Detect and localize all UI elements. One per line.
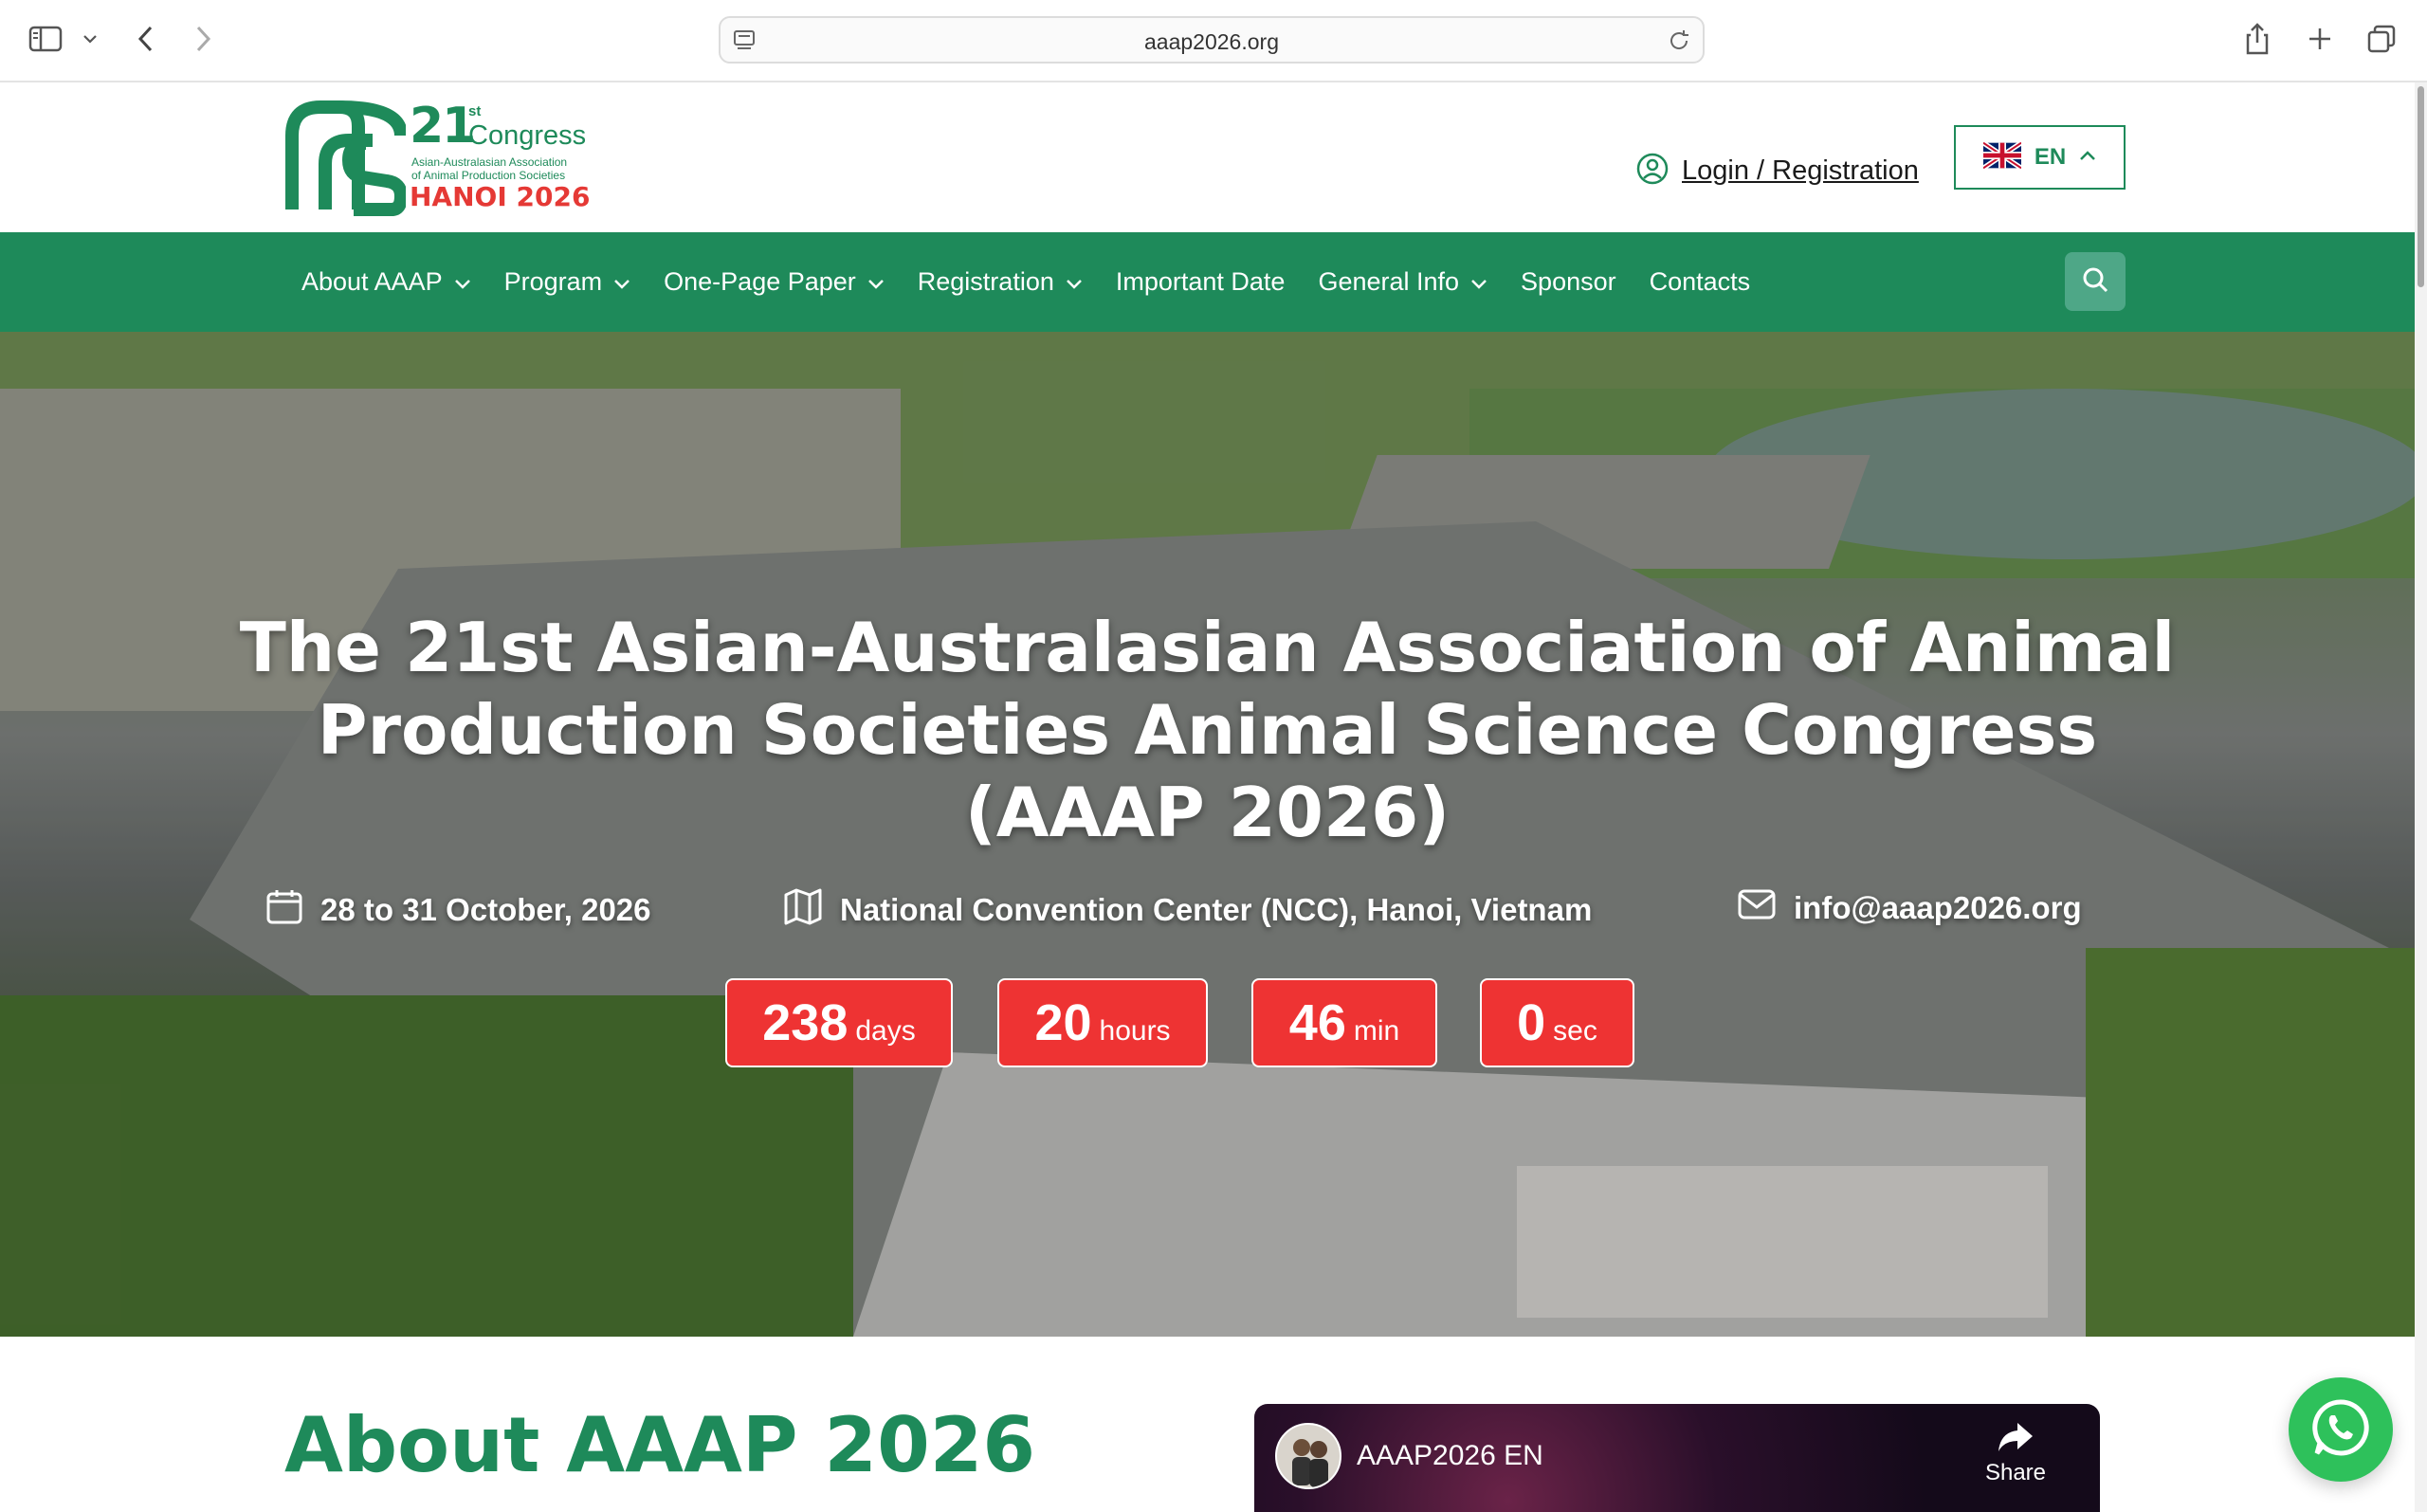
nav-item-important-date[interactable]: Important Date (1116, 267, 1286, 297)
login-registration-link[interactable]: Login / Registration (1636, 153, 1919, 190)
logo-association-line2: of Animal Production Societies (411, 169, 566, 182)
nav-label: One-Page Paper (664, 267, 856, 296)
nav-item-contacts[interactable]: Contacts (1650, 267, 1751, 297)
hero-title: The 21st Asian-Australasian Association … (190, 607, 2225, 854)
event-venue-text: National Convention Center (NCC), Hanoi,… (840, 892, 1593, 927)
countdown-unit: days (855, 1015, 916, 1047)
video-share-button[interactable]: Share (1973, 1421, 2058, 1486)
hero-title-line3: (AAAP 2026) (964, 773, 1451, 852)
nav-label: About AAAP (301, 267, 443, 296)
countdown-unit: sec (1553, 1015, 1597, 1047)
site-header: 21 st Congress Asian-Australasian Associ… (0, 84, 2415, 232)
chevron-down-icon (613, 267, 630, 297)
chevron-down-icon[interactable] (78, 17, 102, 61)
nav-label: Sponsor (1521, 267, 1616, 296)
scrollbar-thumb[interactable] (2418, 86, 2424, 287)
channel-avatar[interactable] (1275, 1423, 1341, 1489)
address-bar[interactable]: aaap2026.org (719, 16, 1705, 64)
countdown-minutes: 46 min (1251, 978, 1437, 1067)
video-title[interactable]: AAAP2026 EN (1357, 1440, 1543, 1472)
nav-item-registration[interactable]: Registration (918, 267, 1083, 297)
main-nav: About AAAP Program One-Page Paper Regist… (0, 232, 2415, 332)
chevron-down-icon (867, 267, 885, 297)
chevron-down-icon (454, 267, 471, 297)
page-scrollbar[interactable] (2415, 82, 2427, 1512)
nav-item-sponsor[interactable]: Sponsor (1521, 267, 1616, 297)
hero-title-line2: Production Societies Animal Science Cong… (317, 690, 2098, 770)
whatsapp-icon (2309, 1396, 2372, 1464)
congress-logo[interactable]: 21 st Congress Asian-Australasian Associ… (283, 98, 595, 219)
nav-label: Registration (917, 267, 1054, 296)
event-email-text: info@aaap2026.org (1794, 890, 2082, 925)
chevron-down-icon (1470, 267, 1487, 297)
new-tab-icon[interactable] (2304, 17, 2336, 61)
sidebar-toggle-icon[interactable] (25, 17, 66, 61)
share-icon[interactable] (2241, 17, 2273, 61)
logo-ordinal: st (468, 103, 482, 119)
nav-item-program[interactable]: Program (504, 267, 631, 297)
event-venue: National Convention Center (NCC), Hanoi,… (783, 887, 1592, 933)
nav-label: Program (503, 267, 603, 296)
search-icon (2081, 265, 2109, 299)
calendar-icon (265, 887, 303, 933)
login-label: Login / Registration (1682, 155, 1919, 186)
nav-label: Important Date (1115, 267, 1286, 296)
chevron-down-icon (1066, 267, 1083, 297)
user-circle-icon (1636, 153, 1669, 190)
countdown-hours: 20 hours (997, 978, 1208, 1067)
share-arrow-icon (1997, 1423, 2035, 1459)
nav-label: General Info (1318, 267, 1460, 296)
language-code: EN (2034, 144, 2067, 170)
forward-icon[interactable] (190, 17, 218, 61)
search-button[interactable] (2065, 252, 2126, 311)
language-selector[interactable]: EN (1954, 125, 2126, 190)
chevron-up-icon (2079, 149, 2096, 166)
nav-item-general-info[interactable]: General Info (1318, 267, 1487, 297)
hero-title-line1: The 21st Asian-Australasian Association … (239, 608, 2176, 687)
aaap-logo-mark-icon (285, 100, 406, 216)
countdown-value: 20 (1034, 994, 1092, 1051)
logo-number: 21 (410, 98, 476, 155)
countdown-unit: min (1353, 1015, 1400, 1047)
uk-flag-icon (1981, 139, 2023, 173)
event-date: 28 to 31 October, 2026 (265, 887, 651, 933)
nav-label: Contacts (1649, 267, 1751, 296)
back-icon[interactable] (131, 17, 159, 61)
countdown-value: 0 (1517, 994, 1546, 1051)
countdown-seconds: 0 sec (1480, 978, 1634, 1067)
tab-overview-icon[interactable] (2364, 17, 2399, 61)
browser-toolbar: aaap2026.org (0, 0, 2427, 82)
hero-banner: The 21st Asian-Australasian Association … (0, 332, 2415, 1337)
countdown-unit: hours (1099, 1015, 1171, 1047)
logo-congress: Congress (468, 120, 587, 151)
countdown-value: 46 (1288, 994, 1346, 1051)
logo-association-line1: Asian-Australasian Association (411, 155, 568, 169)
nav-item-one-page-paper[interactable]: One-Page Paper (664, 267, 885, 297)
mail-icon (1737, 887, 1777, 929)
event-email[interactable]: info@aaap2026.org (1737, 887, 2082, 929)
map-icon (783, 887, 823, 933)
nav-item-about-aaap[interactable]: About AAAP (301, 267, 471, 297)
countdown-value: 238 (762, 994, 849, 1051)
event-date-text: 28 to 31 October, 2026 (320, 892, 651, 927)
about-section-title: About AAAP 2026 (284, 1401, 1036, 1489)
video-player[interactable]: AAAP2026 EN Share (1254, 1404, 2100, 1512)
countdown-days: 238 days (725, 978, 953, 1067)
url-text: aaap2026.org (1144, 29, 1279, 54)
whatsapp-button[interactable] (2289, 1377, 2393, 1482)
share-label: Share (1984, 1460, 2047, 1485)
logo-city: HANOI 2026 (410, 181, 591, 212)
reload-icon[interactable] (1667, 28, 1691, 58)
